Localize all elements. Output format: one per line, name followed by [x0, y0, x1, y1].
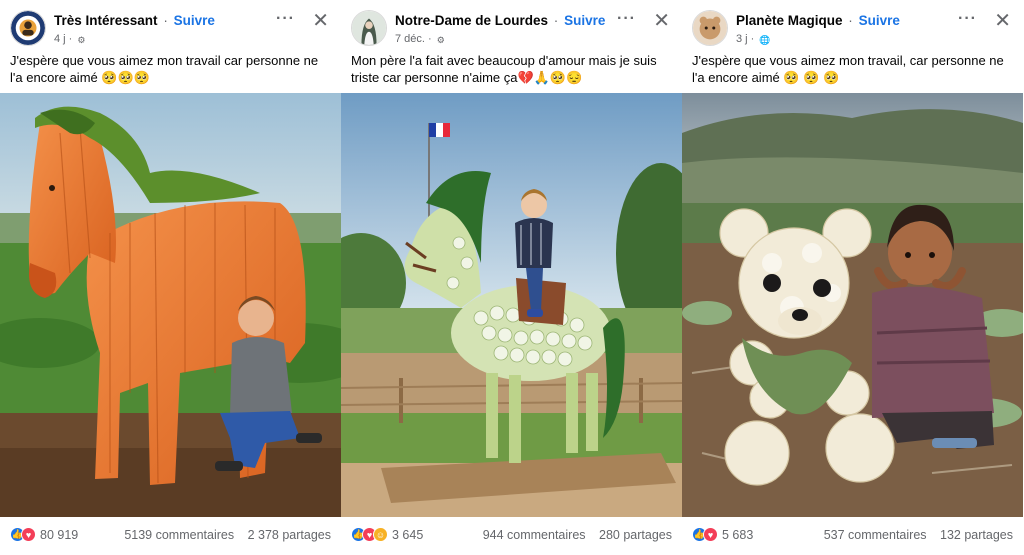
reactions[interactable]: 👍 ♥ 80 919: [10, 527, 78, 542]
author-name[interactable]: Très Intéressant: [54, 13, 158, 28]
post-time[interactable]: 4 j ·: [54, 33, 72, 45]
post-meta: 4 j · ⚙: [54, 33, 85, 46]
avatar[interactable]: [351, 10, 387, 46]
avatar[interactable]: [692, 10, 728, 46]
comments-count[interactable]: 537 commentaires: [824, 528, 927, 542]
post-caption: J'espère que vous aimez mon travail, car…: [692, 53, 1004, 85]
post-stats: 5139 commentaires 2 378 partages: [124, 528, 331, 542]
post-caption: Mon père l'a fait avec beaucoup d'amour …: [351, 53, 657, 85]
post-meta: 7 déc. · ⚙: [395, 33, 445, 46]
reaction-count: 3 645: [392, 527, 424, 542]
post-caption: J'espère que vous aimez mon travail car …: [10, 53, 319, 85]
care-icon: ☺: [373, 527, 388, 542]
follow-button[interactable]: Suivre: [859, 13, 900, 28]
author-name[interactable]: Notre-Dame de Lourdes: [395, 13, 548, 28]
shares-count[interactable]: 280 partages: [599, 528, 672, 542]
post-header: Notre-Dame de Lourdes · Suivre 7 déc. · …: [351, 8, 674, 48]
separator: ·: [553, 13, 559, 28]
reactions[interactable]: 👍 ♥ 5 683: [692, 527, 753, 542]
feed: Très Intéressant · Suivre 4 j · ⚙ ··· ✕ …: [0, 0, 1024, 555]
post-meta: 3 j · 🌐: [736, 33, 771, 46]
avatar[interactable]: [10, 10, 46, 46]
author-line: Très Intéressant · Suivre: [54, 13, 215, 28]
globe-icon: ⚙: [77, 35, 86, 45]
post-header: Très Intéressant · Suivre 4 j · ⚙ ··· ✕: [10, 8, 333, 48]
post-card: Très Intéressant · Suivre 4 j · ⚙ ··· ✕ …: [0, 0, 341, 555]
globe-icon: 🌐: [759, 35, 771, 45]
post-card: Notre-Dame de Lourdes · Suivre 7 déc. · …: [341, 0, 682, 555]
more-options-icon[interactable]: ···: [958, 10, 977, 28]
more-options-icon[interactable]: ···: [276, 10, 295, 28]
more-options-icon[interactable]: ···: [617, 10, 636, 28]
post-footer: 👍 ♥ ☺ 3 645 944 commentaires 280 partage…: [351, 527, 672, 542]
globe-icon: ⚙: [436, 35, 445, 45]
author-line: Notre-Dame de Lourdes · Suivre: [395, 13, 605, 28]
reaction-count: 80 919: [40, 527, 79, 542]
reaction-count: 5 683: [722, 527, 754, 542]
love-icon: ♥: [703, 527, 718, 542]
post-time[interactable]: 7 déc. ·: [395, 33, 432, 45]
comments-count[interactable]: 5139 commentaires: [124, 528, 234, 542]
follow-button[interactable]: Suivre: [564, 13, 605, 28]
reactions[interactable]: 👍 ♥ ☺ 3 645: [351, 527, 423, 542]
post-stats: 944 commentaires 280 partages: [483, 528, 672, 542]
post-image-carrot-horse[interactable]: [0, 93, 341, 517]
comments-count[interactable]: 944 commentaires: [483, 528, 586, 542]
post-image-vegetable-horse[interactable]: [341, 93, 682, 517]
close-icon[interactable]: ✕: [312, 8, 329, 33]
author-name[interactable]: Planète Magique: [736, 13, 843, 28]
close-icon[interactable]: ✕: [994, 8, 1011, 33]
post-footer: 👍 ♥ 5 683 537 commentaires 132 partages: [692, 527, 1013, 542]
post-card: Planète Magique · Suivre 3 j · 🌐 ··· ✕ J…: [682, 0, 1023, 555]
post-header: Planète Magique · Suivre 3 j · 🌐 ··· ✕: [692, 8, 1015, 48]
shares-count[interactable]: 2 378 partages: [248, 528, 331, 542]
post-image-cauliflower-bear[interactable]: [682, 93, 1023, 517]
close-icon[interactable]: ✕: [653, 8, 670, 33]
post-time[interactable]: 3 j ·: [736, 33, 754, 45]
separator: ·: [163, 13, 168, 28]
post-footer: 👍 ♥ 80 919 5139 commentaires 2 378 parta…: [10, 527, 331, 542]
separator: ·: [848, 13, 853, 28]
love-icon: ♥: [21, 527, 36, 542]
author-line: Planète Magique · Suivre: [736, 13, 900, 28]
post-stats: 537 commentaires 132 partages: [824, 528, 1013, 542]
follow-button[interactable]: Suivre: [174, 13, 215, 28]
shares-count[interactable]: 132 partages: [940, 528, 1013, 542]
